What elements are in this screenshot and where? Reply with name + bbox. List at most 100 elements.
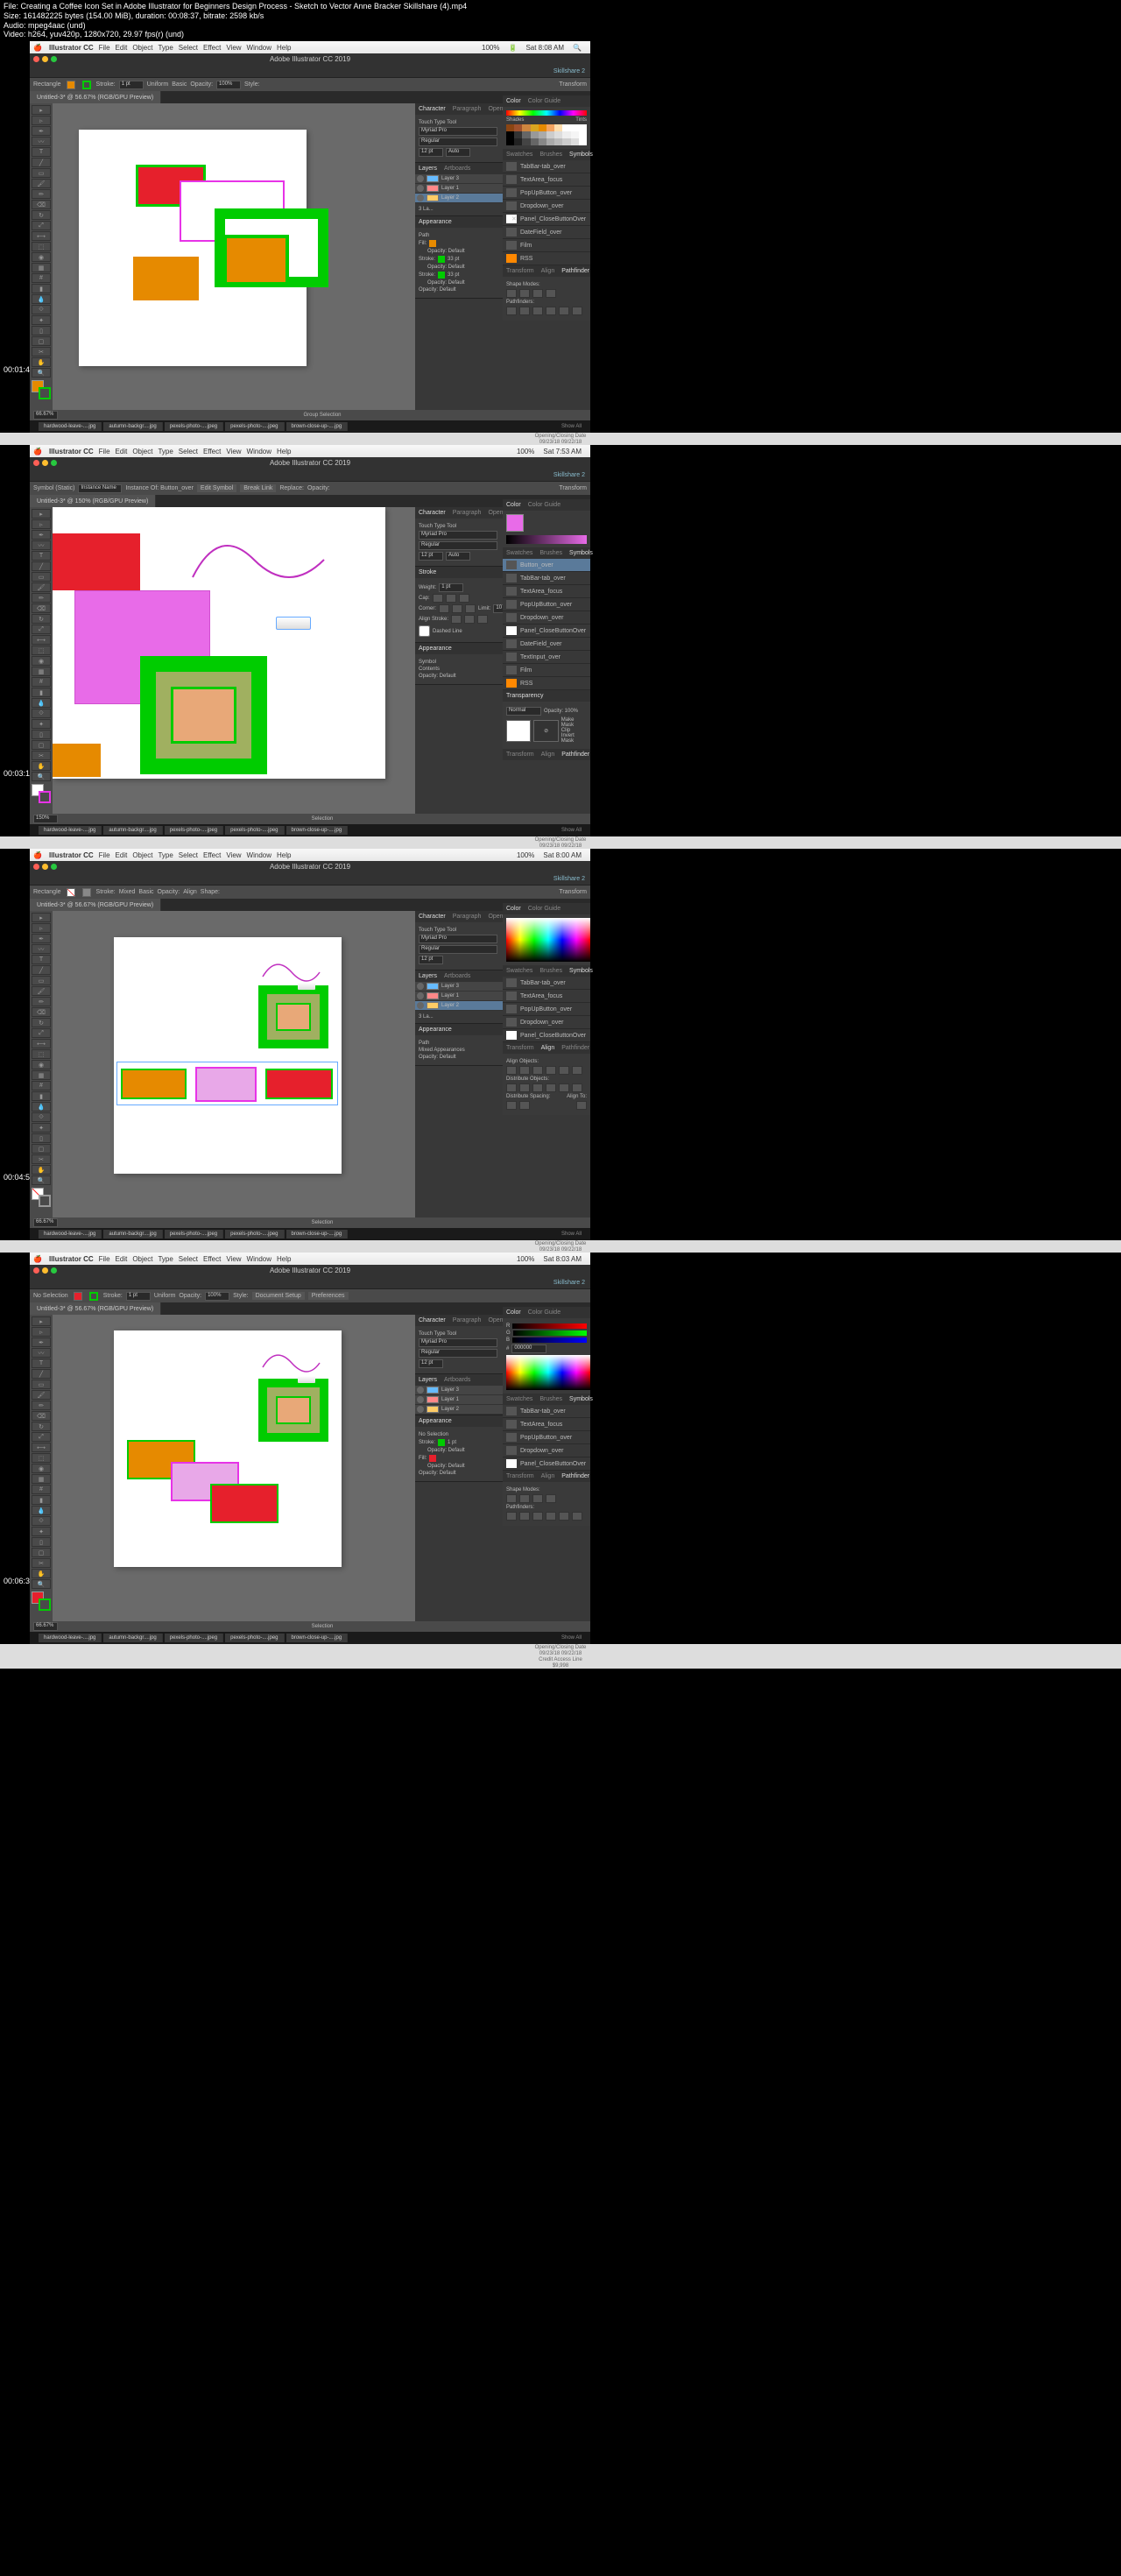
- shape-rect[interactable]: [223, 235, 289, 286]
- tab-align[interactable]: Align: [541, 268, 555, 274]
- font-family[interactable]: Myriad Pro: [419, 127, 497, 136]
- tab-paragraph[interactable]: Paragraph: [453, 106, 482, 112]
- menu-help[interactable]: Help: [277, 44, 291, 52]
- pathfinder-btn[interactable]: [519, 289, 530, 298]
- file-tab[interactable]: pexels-photo-....jpeg: [225, 422, 284, 431]
- menu-view[interactable]: View: [226, 448, 241, 455]
- pathfinder-btn[interactable]: [506, 289, 517, 298]
- pen-tool[interactable]: ✒: [32, 126, 51, 136]
- symbol-spray-tool[interactable]: ✦: [32, 315, 51, 325]
- make-mask-btn[interactable]: Make Mask: [561, 717, 587, 728]
- shape-rect[interactable]: [133, 257, 199, 300]
- menu-effect[interactable]: Effect: [203, 44, 221, 52]
- eyedropper-tool[interactable]: 💧: [32, 294, 51, 304]
- fill-swatch[interactable]: [67, 81, 75, 89]
- font-size[interactable]: 12 pt: [419, 148, 443, 157]
- app-name[interactable]: Illustrator CC: [49, 44, 94, 52]
- direct-select-tool[interactable]: ▹: [32, 116, 51, 125]
- blend-mode[interactable]: Normal: [506, 707, 541, 716]
- pathfinder-btn[interactable]: [546, 289, 556, 298]
- stroke-swatch[interactable]: [82, 81, 91, 89]
- shape-builder-tool[interactable]: ◉: [32, 252, 51, 262]
- tab-transform[interactable]: Transform: [506, 268, 534, 274]
- show-all[interactable]: Show All: [561, 424, 582, 429]
- menu-file[interactable]: File: [99, 44, 110, 52]
- blend-tool[interactable]: ⟐: [32, 305, 51, 314]
- mesh-tool[interactable]: #: [32, 273, 51, 283]
- line-tool[interactable]: ╱: [32, 158, 51, 167]
- tint-slider[interactable]: [506, 535, 587, 544]
- rotate-tool[interactable]: ↻: [32, 210, 51, 220]
- visibility-icon[interactable]: [417, 175, 424, 182]
- menu-window[interactable]: Window: [247, 44, 271, 52]
- transp-opacity[interactable]: Opacity: 100%: [544, 709, 578, 714]
- menu-select[interactable]: Select: [179, 448, 198, 455]
- type-tool[interactable]: T: [32, 147, 51, 157]
- slice-tool[interactable]: ✂: [32, 347, 51, 356]
- shape-curve[interactable]: [258, 1350, 324, 1376]
- tab-swatches[interactable]: Swatches: [506, 152, 532, 158]
- workspace-name[interactable]: Skillshare 2: [553, 68, 585, 74]
- canvas[interactable]: [53, 507, 415, 814]
- hex-value[interactable]: 000000: [511, 1344, 546, 1353]
- shape-rect[interactable]: [210, 1484, 278, 1523]
- brush-def[interactable]: Basic: [172, 81, 187, 88]
- visibility-icon[interactable]: [417, 194, 424, 201]
- edit-symbol-btn[interactable]: Edit Symbol: [197, 484, 236, 492]
- appearance-fill[interactable]: Fill:: [419, 241, 427, 246]
- visibility-icon[interactable]: [417, 185, 424, 192]
- symbol-item[interactable]: ✕Panel_CloseButtonOver: [503, 213, 590, 226]
- pathfinder-btn[interactable]: [572, 307, 582, 315]
- close-dot[interactable]: [33, 56, 39, 62]
- menu-file[interactable]: File: [99, 448, 110, 455]
- artboard-tool[interactable]: ▢: [32, 336, 51, 346]
- shape-rect[interactable]: [276, 1396, 311, 1424]
- weight-value[interactable]: 1 pt: [439, 583, 463, 592]
- tab-stroke[interactable]: Stroke: [419, 569, 436, 575]
- file-tab[interactable]: hardwood-leave-....jpg: [39, 422, 102, 431]
- menu-window[interactable]: Window: [247, 448, 271, 455]
- tab-character[interactable]: Character: [419, 106, 446, 112]
- swatch-grid[interactable]: [506, 124, 587, 145]
- canvas[interactable]: [53, 1315, 415, 1621]
- symbol-item[interactable]: RSS: [503, 677, 590, 690]
- stroke-swatch[interactable]: [82, 888, 91, 897]
- color-spectrum[interactable]: [506, 1355, 590, 1390]
- shape-curve[interactable]: [258, 959, 324, 985]
- document-tab[interactable]: Untitled-3* @ 56.67% (RGB/GPU Preview): [30, 91, 161, 103]
- file-tab[interactable]: autumn-backgr....jpg: [103, 422, 162, 431]
- hue-strip[interactable]: [506, 110, 587, 116]
- transform-label[interactable]: Transform: [559, 81, 587, 88]
- tab-symbols[interactable]: Symbols: [569, 152, 593, 158]
- symbol-item[interactable]: Dropdown_over: [503, 200, 590, 213]
- fill-stroke-indicator[interactable]: [32, 380, 51, 399]
- canvas[interactable]: [53, 911, 415, 1217]
- symbol-item[interactable]: DateField_over: [503, 638, 590, 651]
- tab-color[interactable]: Color: [506, 98, 521, 104]
- stroke-mixed[interactable]: Mixed: [119, 889, 136, 895]
- document-tab[interactable]: Untitled-3* @ 150% (RGB/GPU Preview): [30, 495, 156, 507]
- align-btn[interactable]: [506, 1066, 517, 1075]
- graph-tool[interactable]: ▯: [32, 326, 51, 335]
- tab-layers[interactable]: Layers: [419, 166, 437, 172]
- selection-tool[interactable]: ▸: [32, 105, 51, 115]
- menu-help[interactable]: Help: [277, 448, 291, 455]
- dashed-line-check[interactable]: [419, 625, 430, 637]
- tab-transparency[interactable]: Transparency: [506, 693, 544, 699]
- align-label[interactable]: Align: [183, 889, 197, 895]
- shape-rect[interactable]: [171, 687, 236, 744]
- symbol-button[interactable]: [298, 1376, 315, 1383]
- pathfinder-btn[interactable]: [532, 307, 543, 315]
- symbol-item[interactable]: DateField_over: [503, 226, 590, 239]
- min-dot[interactable]: [42, 56, 48, 62]
- gradient-tool[interactable]: ▮: [32, 284, 51, 293]
- menu-edit[interactable]: Edit: [116, 44, 128, 52]
- doc-setup-btn[interactable]: Document Setup: [252, 1292, 305, 1300]
- pathfinder-btn[interactable]: [546, 307, 556, 315]
- pathfinder-btn[interactable]: [519, 307, 530, 315]
- menu-edit[interactable]: Edit: [116, 448, 128, 455]
- scale-tool[interactable]: ⤢: [32, 221, 51, 230]
- symbol-button[interactable]: [298, 983, 315, 990]
- symbol-item[interactable]: Dropdown_over: [503, 611, 590, 625]
- pathfinder-btn[interactable]: [559, 307, 569, 315]
